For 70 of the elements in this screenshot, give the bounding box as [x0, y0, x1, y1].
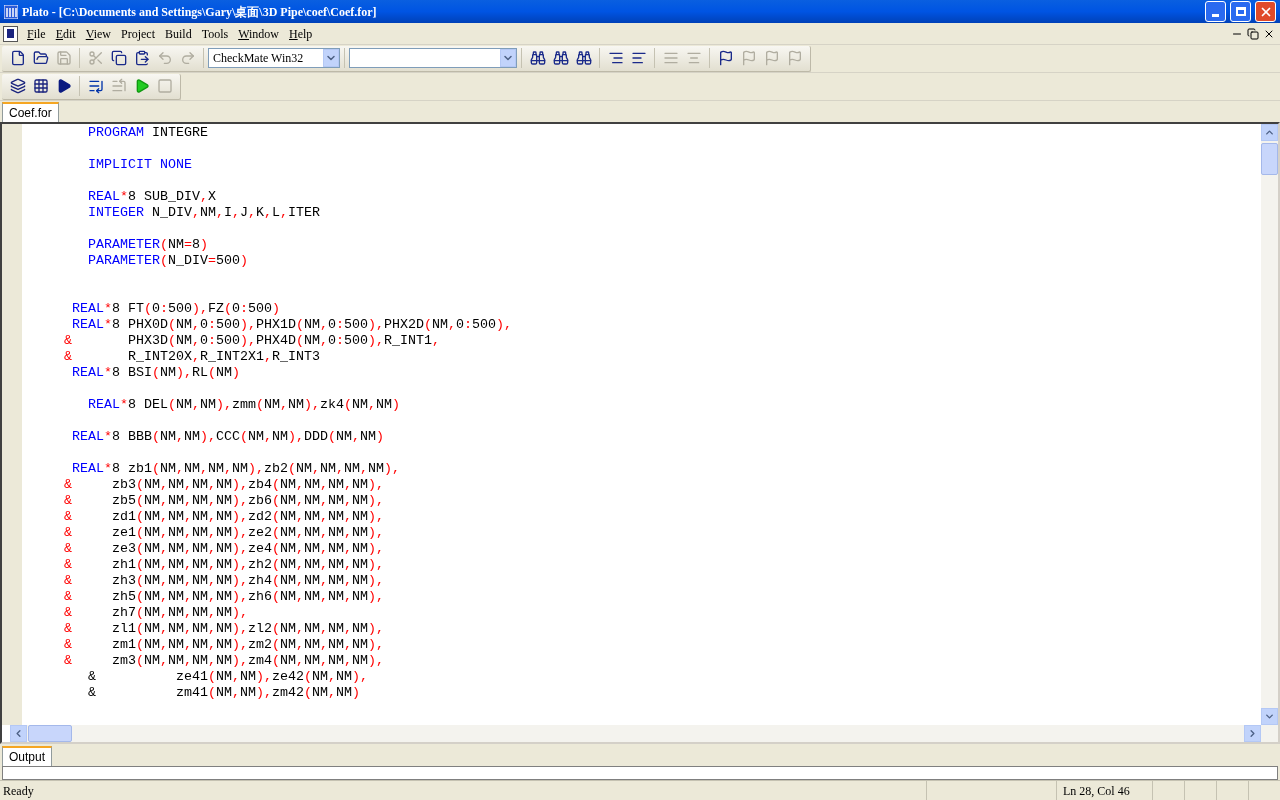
code-line: PARAMETER(N_DIV=500)	[87, 253, 248, 269]
code-line: REAL*8 zb1(NM,NM,NM,NM),zb2(NM,NM,NM,NM),	[71, 461, 400, 477]
scroll-down-icon[interactable]	[1264, 711, 1275, 722]
code-line: & R_INT20X,R_INT2X1,R_INT3	[63, 349, 320, 365]
vertical-scrollbar[interactable]	[1261, 124, 1278, 725]
restore-icon[interactable]	[1247, 27, 1259, 40]
code-line: & zm1(NM,NM,NM,NM),zm2(NM,NM,NM,NM),	[63, 637, 384, 653]
menu-item[interactable]: File	[22, 24, 51, 43]
document-icon[interactable]	[3, 25, 18, 42]
code-line: & ze1(NM,NM,NM,NM),ze2(NM,NM,NM,NM),	[63, 525, 384, 541]
document-tab[interactable]: Output	[2, 746, 53, 766]
scroll-right-icon[interactable]	[1247, 728, 1258, 739]
app-icon	[4, 4, 18, 19]
outdent-icon[interactable]	[630, 50, 647, 66]
code-line: & PHX3D(NM,0:500),PHX4D(NM,0:500),R_INT1,	[63, 333, 440, 349]
code-line: & zm41(NM,NM),zm42(NM,NM)	[87, 685, 360, 701]
code-line: & zh7(NM,NM,NM,NM),	[63, 605, 248, 621]
code-line: REAL*8 FT(0:500),FZ(0:500)	[71, 301, 280, 317]
minimize-button[interactable]	[1205, 1, 1226, 22]
cursor-position: Ln 28, Col 46	[1056, 781, 1152, 800]
horizontal-scrollbar[interactable]	[10, 725, 1278, 742]
flag-icon[interactable]	[717, 50, 734, 66]
code-line: REAL*8 DEL(NM,NM),zmm(NM,NM),zk4(NM,NM)	[87, 397, 400, 413]
menu-item[interactable]: Build	[160, 24, 197, 43]
menu-item[interactable]: Tools	[196, 24, 234, 43]
dropdown[interactable]	[349, 48, 517, 68]
code-line: & zm3(NM,NM,NM,NM),zm4(NM,NM,NM,NM),	[63, 653, 384, 669]
open-folder-icon[interactable]	[32, 50, 49, 66]
code-line: & zh5(NM,NM,NM,NM),zh6(NM,NM,NM,NM),	[63, 589, 384, 605]
menu-item[interactable]: Window	[233, 24, 284, 43]
code-line: & ze41(NM,NM),ze42(NM,NM),	[87, 669, 368, 685]
code-line: & zb3(NM,NM,NM,NM),zb4(NM,NM,NM,NM),	[63, 477, 384, 493]
binoculars-icon[interactable]	[575, 50, 592, 66]
binoculars-icon[interactable]	[529, 50, 546, 66]
code-line: & zh3(NM,NM,NM,NM),zh4(NM,NM,NM,NM),	[63, 573, 384, 589]
close-button[interactable]	[1255, 1, 1276, 22]
status-message: Ready	[2, 782, 35, 800]
window-title: Plato - [C:\Documents and Settings\Gary\桌面\3D Pipe\coef\Coef.for]	[22, 3, 378, 21]
list-arrow-icon[interactable]	[87, 78, 104, 94]
code-line: REAL*8 PHX0D(NM,0:500),PHX1D(NM,0:500),PHX2D(NM,0:500),	[71, 317, 512, 333]
indent-icon[interactable]	[607, 50, 624, 66]
code-line: & zb5(NM,NM,NM,NM),zb6(NM,NM,NM,NM),	[63, 493, 384, 509]
code-line: & zh1(NM,NM,NM,NM),zh2(NM,NM,NM,NM),	[63, 557, 384, 573]
document-tab[interactable]: Coef.for	[2, 102, 59, 122]
code-editor[interactable]	[0, 122, 1280, 744]
code-line: REAL*8 SUB_DIV,X	[87, 189, 216, 205]
code-line: IMPLICIT NONE	[87, 157, 192, 173]
configuration-dropdown[interactable]: CheckMate Win32	[208, 48, 340, 68]
code-line: & zd1(NM,NM,NM,NM),zd2(NM,NM,NM,NM),	[63, 509, 384, 525]
menu-item[interactable]: Help	[284, 24, 318, 43]
paste-icon[interactable]	[133, 50, 150, 66]
code-line: INTEGER N_DIV,NM,I,J,K,L,ITER	[87, 205, 320, 221]
code-line: & zl1(NM,NM,NM,NM),zl2(NM,NM,NM,NM),	[63, 621, 384, 637]
menu-item[interactable]: Project	[116, 24, 160, 43]
grid-icon[interactable]	[32, 78, 49, 94]
new-file-icon[interactable]	[9, 50, 26, 66]
menu-item[interactable]: Edit	[50, 24, 81, 43]
scroll-up-icon[interactable]	[1264, 127, 1275, 138]
code-line: PROGRAM INTEGRE	[87, 125, 208, 141]
binoculars-icon[interactable]	[552, 50, 569, 66]
copy-icon[interactable]	[110, 50, 127, 66]
code-line: & ze3(NM,NM,NM,NM),ze4(NM,NM,NM,NM),	[63, 541, 384, 557]
maximize-button[interactable]	[1230, 1, 1251, 22]
scroll-thumb[interactable]	[1261, 143, 1278, 175]
code-line: PARAMETER(NM=8)	[87, 237, 208, 253]
scroll-thumb[interactable]	[28, 725, 72, 742]
code-line: REAL*8 BBB(NM,NM),CCC(NM,NM),DDD(NM,NM)	[71, 429, 384, 445]
stack-icon[interactable]	[9, 78, 26, 94]
code-line: REAL*8 BSI(NM),RL(NM)	[71, 365, 240, 381]
menu-item[interactable]: View	[80, 24, 116, 43]
